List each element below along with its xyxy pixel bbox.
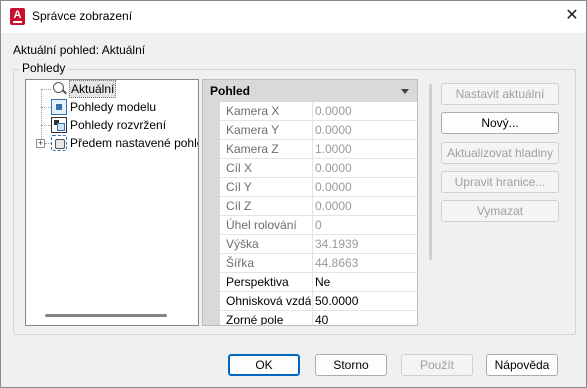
views-tree[interactable]: Aktuální Pohledy modelu Pohledy rozvržen… — [25, 79, 199, 326]
property-row[interactable]: Cíl Z 0.0000 — [220, 197, 417, 216]
property-label: Ohnisková vzdálenost — [226, 294, 311, 308]
property-row[interactable]: Výška 34.1939 — [220, 235, 417, 254]
property-value: 0.0000 — [315, 104, 352, 118]
property-value: 0.0000 — [315, 161, 352, 175]
tree-item-layout-views[interactable]: Pohledy rozvržení — [26, 116, 198, 134]
autocad-app-icon: A — [10, 8, 25, 25]
help-button[interactable]: Nápověda — [486, 354, 558, 376]
view-manager-dialog: A Správce zobrazení ✕ Aktuální pohled: A… — [0, 0, 587, 388]
column-separator — [312, 273, 313, 292]
property-row[interactable]: Kamera Z 1.0000 — [220, 140, 417, 159]
column-separator — [312, 235, 313, 254]
edit-boundaries-label: Upravit hranice... — [454, 175, 546, 189]
column-separator — [312, 121, 313, 140]
column-separator — [312, 216, 313, 235]
property-label: Cíl Y — [226, 180, 252, 194]
tree-item-model-views[interactable]: Pohledy modelu — [26, 98, 198, 116]
set-current-label: Nastavit aktuální — [455, 87, 545, 101]
properties-vertical-scrollbar[interactable] — [429, 84, 432, 260]
ok-button[interactable]: OK — [228, 354, 300, 376]
property-label: Výška — [226, 237, 259, 251]
property-row[interactable]: Cíl Y 0.0000 — [220, 178, 417, 197]
property-row[interactable]: Ohnisková vzdálenost 50.0000 — [220, 292, 417, 311]
property-row[interactable]: Kamera Y 0.0000 — [220, 121, 417, 140]
views-group-legend: Pohledy — [19, 61, 69, 75]
expand-icon[interactable]: + — [36, 139, 45, 148]
tree-item-preset-views[interactable]: + Předem nastavené pohledy — [26, 134, 198, 152]
ok-label: OK — [255, 358, 273, 372]
property-value: 1.0000 — [315, 142, 352, 156]
properties-header-label: Pohled — [210, 84, 251, 98]
property-label: Zorné pole — [226, 313, 284, 326]
new-view-button[interactable]: Nový... — [441, 112, 559, 134]
cancel-button[interactable]: Storno — [315, 354, 387, 376]
property-value[interactable]: 50.0000 — [315, 294, 358, 308]
tree-item-label: Pohledy rozvržení — [70, 118, 167, 132]
collapse-arrow-icon[interactable] — [401, 89, 409, 94]
property-value[interactable]: Ne — [315, 275, 330, 289]
new-view-label: Nový... — [481, 116, 519, 130]
property-value: 0.0000 — [315, 180, 352, 194]
property-label: Perspektiva — [226, 275, 289, 289]
tree-item-label: Pohledy modelu — [70, 100, 157, 114]
layout-views-icon — [51, 117, 67, 133]
model-views-icon — [51, 99, 67, 115]
title-bar: A Správce zobrazení ✕ — [1, 1, 586, 33]
update-layers-label: Aktualizovat hladiny — [446, 146, 554, 160]
properties-grid: Pohled Kamera X 0.0000 Kamera Y 0.0000 Kamer… — [202, 79, 418, 326]
property-row[interactable]: Perspektiva Ne — [220, 273, 417, 292]
property-label: Kamera Z — [226, 142, 279, 156]
column-separator — [312, 178, 313, 197]
delete-label: Vymazat — [476, 204, 524, 218]
property-row[interactable]: Zorné pole 40 — [220, 311, 417, 326]
property-value: 0.0000 — [315, 199, 352, 213]
column-separator — [312, 292, 313, 311]
column-separator — [312, 140, 313, 159]
grid-gutter — [203, 102, 220, 325]
apply-button[interactable]: Použít — [401, 354, 473, 376]
edit-boundaries-button[interactable]: Upravit hranice... — [441, 171, 559, 193]
property-label: Cíl Z — [226, 199, 252, 213]
close-icon[interactable]: ✕ — [561, 5, 583, 27]
column-separator — [312, 102, 313, 121]
tree-item-current[interactable]: Aktuální — [26, 80, 198, 98]
property-row[interactable]: Cíl X 0.0000 — [220, 159, 417, 178]
column-separator — [312, 197, 313, 216]
property-label: Kamera X — [226, 104, 280, 118]
property-row[interactable]: Šířka 44.8663 — [220, 254, 417, 273]
delete-button[interactable]: Vymazat — [441, 200, 559, 222]
window-title: Správce zobrazení — [32, 9, 133, 23]
property-label: Kamera Y — [226, 123, 280, 137]
property-label: Úhel rolování — [226, 218, 297, 232]
column-separator — [312, 254, 313, 273]
cancel-label: Storno — [333, 358, 369, 372]
property-row[interactable]: Kamera X 0.0000 — [220, 102, 417, 121]
apply-label: Použít — [419, 358, 455, 372]
column-separator — [312, 159, 313, 178]
property-value: 0.0000 — [315, 123, 352, 137]
preset-views-icon — [51, 135, 67, 151]
property-row[interactable]: Úhel rolování 0 — [220, 216, 417, 235]
property-label: Cíl X — [226, 161, 253, 175]
column-separator — [312, 311, 313, 325]
help-label: Nápověda — [494, 358, 550, 372]
property-value: 34.1939 — [315, 237, 359, 251]
property-label: Šířka — [226, 256, 255, 270]
tree-horizontal-scrollbar[interactable] — [45, 314, 167, 317]
property-value[interactable]: 40 — [315, 313, 328, 325]
tree-item-label: Předem nastavené pohledy — [70, 136, 198, 150]
property-value: 44.8663 — [315, 256, 359, 270]
property-value: 0 — [315, 218, 322, 232]
update-layers-button[interactable]: Aktualizovat hladiny — [441, 142, 559, 164]
tree-item-label: Aktuální — [69, 80, 117, 98]
camera-icon — [53, 82, 64, 93]
properties-header[interactable]: Pohled — [203, 80, 417, 102]
set-current-button[interactable]: Nastavit aktuální — [441, 83, 559, 105]
current-view-label: Aktuální pohled: Aktuální — [13, 43, 146, 57]
